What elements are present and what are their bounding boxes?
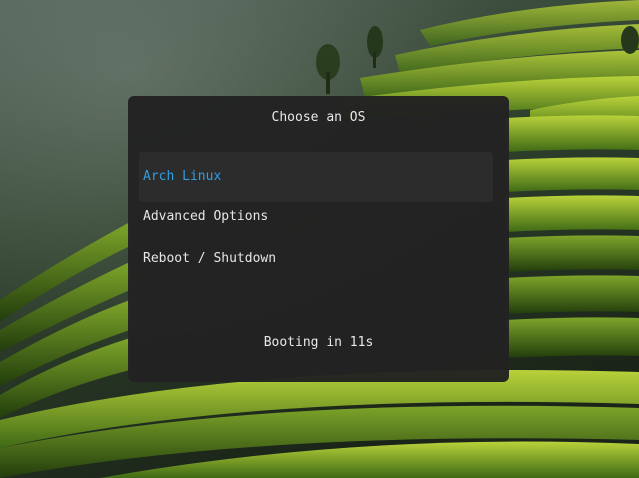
- boot-countdown: Booting in 11s: [263, 335, 374, 350]
- boot-menu-title: Choose an OS: [271, 110, 366, 125]
- boot-entry-reboot-shutdown[interactable]: Reboot / Shutdown: [139, 238, 493, 280]
- boot-entry-label: Advanced Options: [143, 209, 269, 224]
- boot-entry-list: Arch Linux Advanced Options Reboot / Shu…: [139, 152, 493, 280]
- boot-entry-label: Arch Linux: [143, 169, 222, 184]
- boot-entry-advanced-options[interactable]: Advanced Options: [139, 196, 493, 238]
- boot-entry-label: Reboot / Shutdown: [143, 251, 277, 266]
- boot-entry-arch-linux[interactable]: Arch Linux: [139, 152, 493, 202]
- boot-screen: Choose an OS Arch Linux Advanced Options…: [0, 0, 639, 478]
- boot-menu-panel: Choose an OS Arch Linux Advanced Options…: [128, 96, 509, 382]
